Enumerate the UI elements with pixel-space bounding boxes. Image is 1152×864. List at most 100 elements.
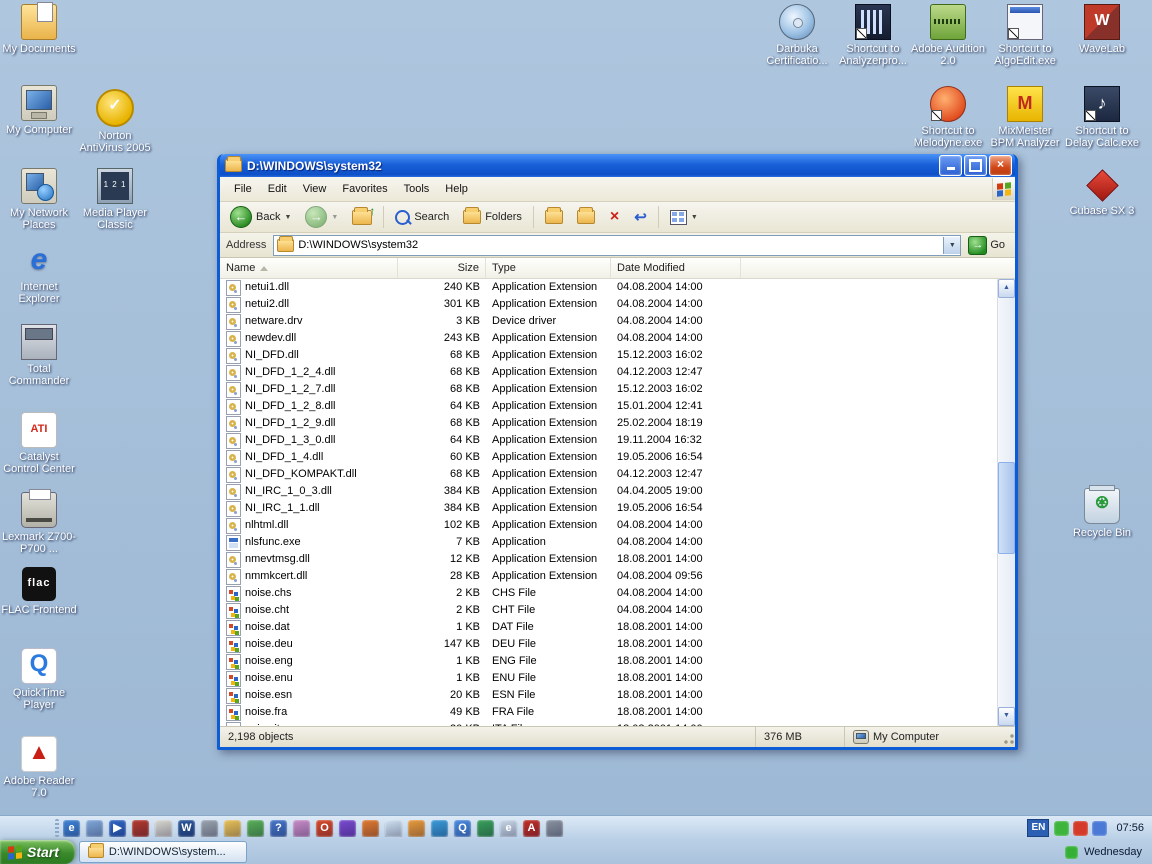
back-button[interactable]: ←Back▼ <box>224 203 297 231</box>
desktop-icon-norton-antivirus[interactable]: ✓Norton AntiVirus 2005 <box>76 89 154 154</box>
scroll-thumb[interactable] <box>998 462 1015 554</box>
views-dropdown-icon[interactable]: ▼ <box>691 214 698 221</box>
vertical-scrollbar[interactable]: ▲ ▼ <box>997 279 1015 726</box>
desktop-icon-quicktime-player[interactable]: QQuickTime Player <box>0 648 78 711</box>
desktop-icon-cubase[interactable]: Cubase SX 3 <box>1063 168 1141 217</box>
menu-edit[interactable]: Edit <box>260 180 295 198</box>
file-row[interactable]: noise.chs2 KBCHS File04.08.2004 14:00 <box>220 585 997 602</box>
outlook-express-icon[interactable] <box>86 820 103 837</box>
notepad-icon[interactable] <box>155 820 172 837</box>
desktop-icon-flac-frontend[interactable]: flacFLAC Frontend <box>0 567 78 616</box>
file-row[interactable]: netui1.dll240 KBApplication Extension04.… <box>220 279 997 296</box>
file-row[interactable]: noise.deu147 KBDEU File18.08.2001 14:00 <box>220 636 997 653</box>
forward-dropdown-icon[interactable]: ▼ <box>331 214 338 221</box>
file-row[interactable]: NI_DFD_KOMPAKT.dll68 KBApplication Exten… <box>220 466 997 483</box>
opera-icon[interactable]: O <box>316 820 333 837</box>
desktop-icon-darbuka[interactable]: Darbuka Certificatio... <box>758 4 836 67</box>
flashget-icon[interactable] <box>431 820 448 837</box>
windows-media-player-icon[interactable]: ▶ <box>109 820 126 837</box>
desktop-icon-my-documents[interactable]: My Documents <box>0 4 78 55</box>
messenger-status-icon[interactable] <box>1065 846 1078 859</box>
file-row[interactable]: noise.esn20 KBESN File18.08.2001 14:00 <box>220 687 997 704</box>
file-row[interactable]: nmmkcert.dll28 KBApplication Extension04… <box>220 568 997 585</box>
back-dropdown-icon[interactable]: ▼ <box>284 214 291 221</box>
file-row[interactable]: noise.eng1 KBENG File18.08.2001 14:00 <box>220 653 997 670</box>
file-row[interactable]: NI_IRC_1_1.dll384 KBApplication Extensio… <box>220 500 997 517</box>
desktop-icon-catalyst-control-center[interactable]: ATICatalyst Control Center <box>0 412 78 475</box>
desktop-icon-my-network-places[interactable]: My Network Places <box>0 168 78 231</box>
desktop-icon-internet-explorer[interactable]: eInternet Explorer <box>0 244 78 305</box>
file-row[interactable]: netui2.dll301 KBApplication Extension04.… <box>220 296 997 313</box>
desktop-icon-melodyne[interactable]: Shortcut to Melodyne.exe <box>909 86 987 149</box>
close-button[interactable]: × <box>989 155 1012 176</box>
file-row[interactable]: NI_DFD_1_3_0.dll64 KBApplication Extensi… <box>220 432 997 449</box>
task-button-explorer[interactable]: D:\WINDOWS\system... <box>79 841 247 863</box>
file-row[interactable]: NI_DFD_1_4.dll60 KBApplication Extension… <box>220 449 997 466</box>
menu-file[interactable]: File <box>226 180 260 198</box>
column-header-size[interactable]: Size <box>398 258 486 278</box>
seo-tool-icon[interactable]: e <box>500 820 517 837</box>
column-header-name[interactable]: Name <box>220 258 398 278</box>
file-row[interactable]: NI_IRC_1_0_3.dll384 KBApplication Extens… <box>220 483 997 500</box>
paint-icon[interactable] <box>293 820 310 837</box>
scroll-track[interactable] <box>998 298 1015 707</box>
desktop-icon-total-commander[interactable]: Total Commander <box>0 324 78 387</box>
delete-button[interactable]: × <box>603 207 626 227</box>
file-row[interactable]: nlsfunc.exe7 KBApplication04.08.2004 14:… <box>220 534 997 551</box>
key-manager-icon[interactable] <box>546 820 563 837</box>
scissors-tool-icon[interactable] <box>201 820 218 837</box>
desktop-icon-my-computer[interactable]: My Computer <box>0 85 78 136</box>
file-row[interactable]: netware.drv3 KBDevice driver04.08.2004 1… <box>220 313 997 330</box>
maximize-button[interactable] <box>964 155 987 176</box>
file-row[interactable]: nlhtml.dll102 KBApplication Extension04.… <box>220 517 997 534</box>
volume-icon[interactable] <box>1092 821 1107 836</box>
views-button[interactable]: ▼ <box>664 207 704 228</box>
file-row[interactable]: NI_DFD_1_2_9.dll68 KBApplication Extensi… <box>220 415 997 432</box>
move-to-button[interactable] <box>539 207 569 227</box>
resize-grip[interactable] <box>1001 727 1015 747</box>
internet-globe-icon[interactable] <box>477 820 494 837</box>
copy-to-button[interactable] <box>571 207 601 227</box>
desktop-icon-adobe-audition[interactable]: Adobe Audition 2.0 <box>909 4 987 67</box>
menu-tools[interactable]: Tools <box>396 180 438 198</box>
file-row[interactable]: NI_DFD_1_2_8.dll64 KBApplication Extensi… <box>220 398 997 415</box>
file-row[interactable]: noise.dat1 KBDAT File18.08.2001 14:00 <box>220 619 997 636</box>
skype-icon[interactable] <box>385 820 402 837</box>
itunes-icon[interactable] <box>408 820 425 837</box>
acdsee-icon[interactable] <box>339 820 356 837</box>
antivirus-status-icon[interactable] <box>1073 821 1088 836</box>
internet-explorer-icon[interactable]: e <box>63 820 80 837</box>
winamp-icon[interactable] <box>132 820 149 837</box>
address-dropdown-button[interactable]: ▼ <box>943 237 960 254</box>
title-bar[interactable]: D:\WINDOWS\system32 × <box>220 154 1015 177</box>
file-row[interactable]: NI_DFD_1_2_4.dll68 KBApplication Extensi… <box>220 364 997 381</box>
desktop-icon-analyzer[interactable]: Shortcut to Analyzerpro... <box>834 4 912 67</box>
minimize-button[interactable] <box>939 155 962 176</box>
help-tool-icon[interactable]: ? <box>270 820 287 837</box>
file-row[interactable]: noise.cht2 KBCHT File04.08.2004 14:00 <box>220 602 997 619</box>
menu-view[interactable]: View <box>295 180 335 198</box>
acrobat-reader-icon[interactable]: A <box>523 820 540 837</box>
go-button[interactable]: →Go <box>966 235 1011 256</box>
desktop-icon-adobe-reader[interactable]: ▲Adobe Reader 7.0 <box>0 736 78 799</box>
file-row[interactable]: nmevtmsg.dll12 KBApplication Extension18… <box>220 551 997 568</box>
desktop-icon-algoedit[interactable]: Shortcut to AlgoEdit.exe <box>986 4 1064 67</box>
address-input[interactable]: D:\WINDOWS\system32 ▼ <box>273 235 961 256</box>
file-row[interactable]: noise.fra49 KBFRA File18.08.2001 14:00 <box>220 704 997 721</box>
up-button[interactable] <box>346 207 378 228</box>
desktop-icon-recycle-bin[interactable]: ♼Recycle Bin <box>1063 488 1141 539</box>
file-row[interactable]: noise.enu1 KBENU File18.08.2001 14:00 <box>220 670 997 687</box>
scroll-down-icon[interactable]: ▼ <box>998 707 1015 726</box>
quick-launch-handle[interactable] <box>55 819 59 837</box>
clock[interactable]: 07:56 <box>1112 822 1144 834</box>
desktop-icon-lexmark-printer[interactable]: Lexmark Z700-P700 ... <box>0 492 78 555</box>
language-indicator[interactable]: EN <box>1027 819 1049 837</box>
forward-button[interactable]: →▼ <box>299 203 344 231</box>
search-button[interactable]: Search <box>389 207 455 228</box>
desktop-icon-media-player-classic[interactable]: Media Player Classic <box>76 168 154 231</box>
display-settings-icon[interactable] <box>1054 821 1069 836</box>
column-header-type[interactable]: Type <box>486 258 611 278</box>
desktop-icon-delay-calc[interactable]: ♪Shortcut to Delay Calc.exe <box>1063 86 1141 149</box>
desktop-icon-wavelab[interactable]: WWaveLab <box>1063 4 1141 55</box>
menu-help[interactable]: Help <box>437 180 476 198</box>
